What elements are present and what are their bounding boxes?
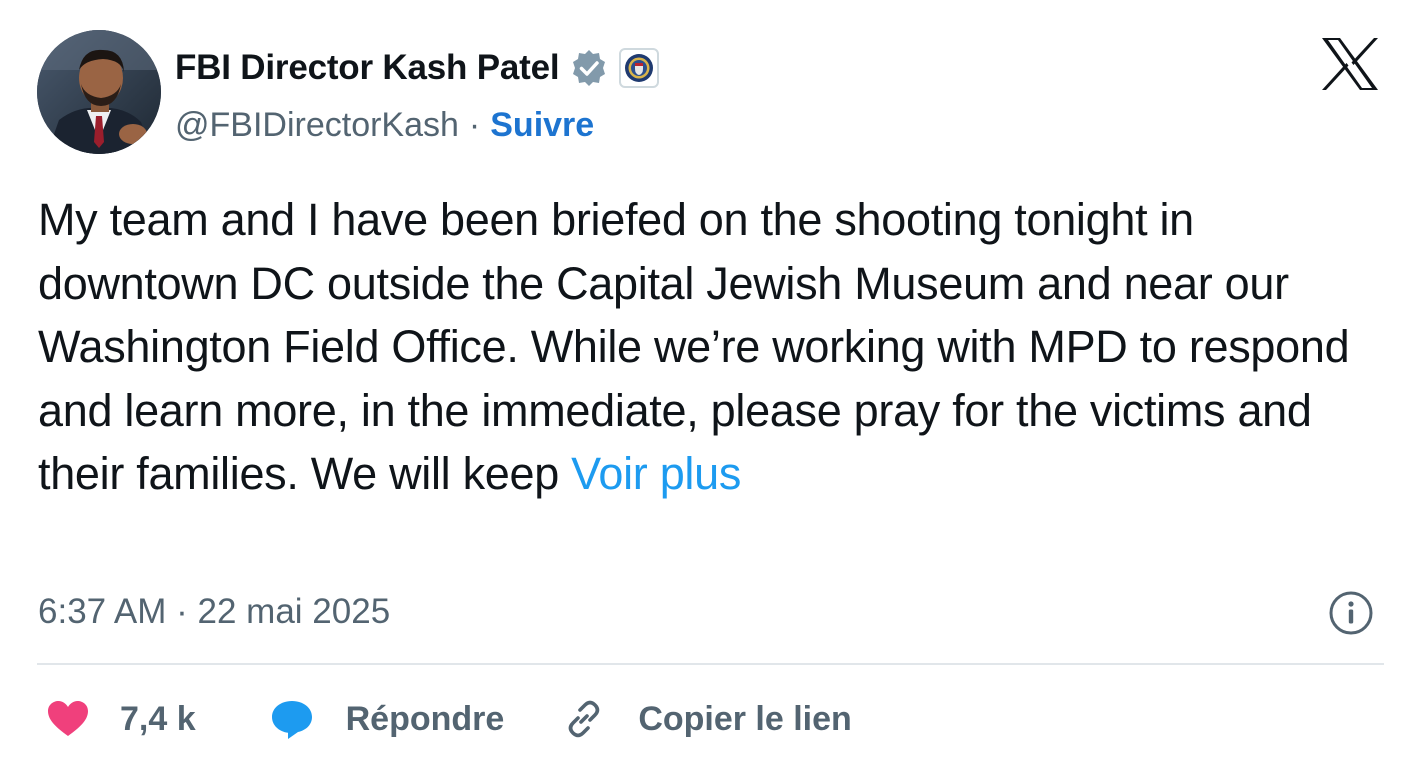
like-count: 7,4 k	[120, 699, 196, 738]
follow-button[interactable]: Suivre	[490, 106, 594, 145]
x-logo-icon[interactable]	[1320, 36, 1380, 92]
tweet-timestamp[interactable]: 6:37 AM · 22 mai 2025	[38, 588, 390, 636]
author-name[interactable]: FBI Director Kash Patel	[175, 48, 560, 88]
reply-button[interactable]: Répondre	[268, 695, 505, 743]
reply-label: Répondre	[345, 699, 505, 738]
heart-icon	[44, 695, 92, 743]
info-icon[interactable]	[1327, 589, 1375, 637]
separator-dot: ·	[468, 105, 481, 144]
copy-link-button[interactable]: Copier le lien	[560, 695, 852, 743]
see-more-link[interactable]: Voir plus	[571, 448, 741, 499]
like-button[interactable]: 7,4 k	[44, 695, 196, 743]
author-name-row: FBI Director Kash Patel	[175, 44, 660, 92]
author-handle[interactable]: @FBIDirectorKash	[175, 106, 459, 145]
copy-link-label: Copier le lien	[638, 699, 852, 738]
tweet-text: My team and I have been briefed on the s…	[38, 188, 1388, 506]
tweet-actions: 7,4 k Répondre Copier le lien	[44, 692, 852, 746]
author-handle-row: @FBIDirectorKash · Suivre	[175, 102, 594, 148]
tweet-time: 6:37 AM	[38, 592, 167, 631]
verified-badge-icon[interactable]	[569, 48, 609, 88]
divider	[37, 663, 1384, 665]
speech-bubble-icon	[268, 695, 316, 743]
link-icon	[560, 695, 608, 743]
avatar[interactable]	[37, 30, 161, 154]
tweet-date: 22 mai 2025	[197, 592, 391, 631]
fbi-seal-icon[interactable]	[619, 48, 660, 88]
meta-separator: ·	[166, 592, 198, 631]
tweet-card: FBI Director Kash Patel @FBIDirectorKash…	[0, 0, 1420, 762]
